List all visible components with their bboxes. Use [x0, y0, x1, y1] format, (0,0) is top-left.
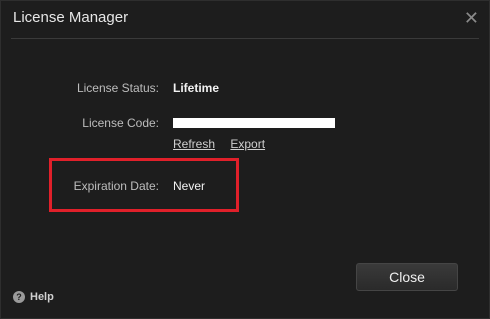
close-icon[interactable]: ✕ [464, 9, 479, 27]
refresh-link[interactable]: Refresh [173, 137, 215, 151]
license-code-label: License Code: [82, 116, 159, 130]
license-status-label: License Status: [76, 81, 159, 95]
title-divider [11, 38, 479, 39]
expiration-date-value: Never [173, 179, 206, 193]
help-label: Help [30, 291, 54, 303]
window-title: License Manager [13, 9, 129, 26]
close-button[interactable]: Close [356, 263, 458, 291]
expiration-date-label: Expiration Date: [73, 179, 159, 193]
help-icon: ? [13, 291, 25, 303]
export-link[interactable]: Export [230, 137, 265, 151]
help-link[interactable]: ? Help [13, 291, 54, 303]
license-code-redaction [173, 118, 335, 128]
license-manager-dialog: License Manager ✕ License Status: Lifeti… [0, 0, 490, 319]
license-status-value: Lifetime [173, 81, 220, 95]
title-bar: License Manager ✕ [1, 1, 489, 37]
license-code-links: Refresh Export [173, 137, 277, 151]
